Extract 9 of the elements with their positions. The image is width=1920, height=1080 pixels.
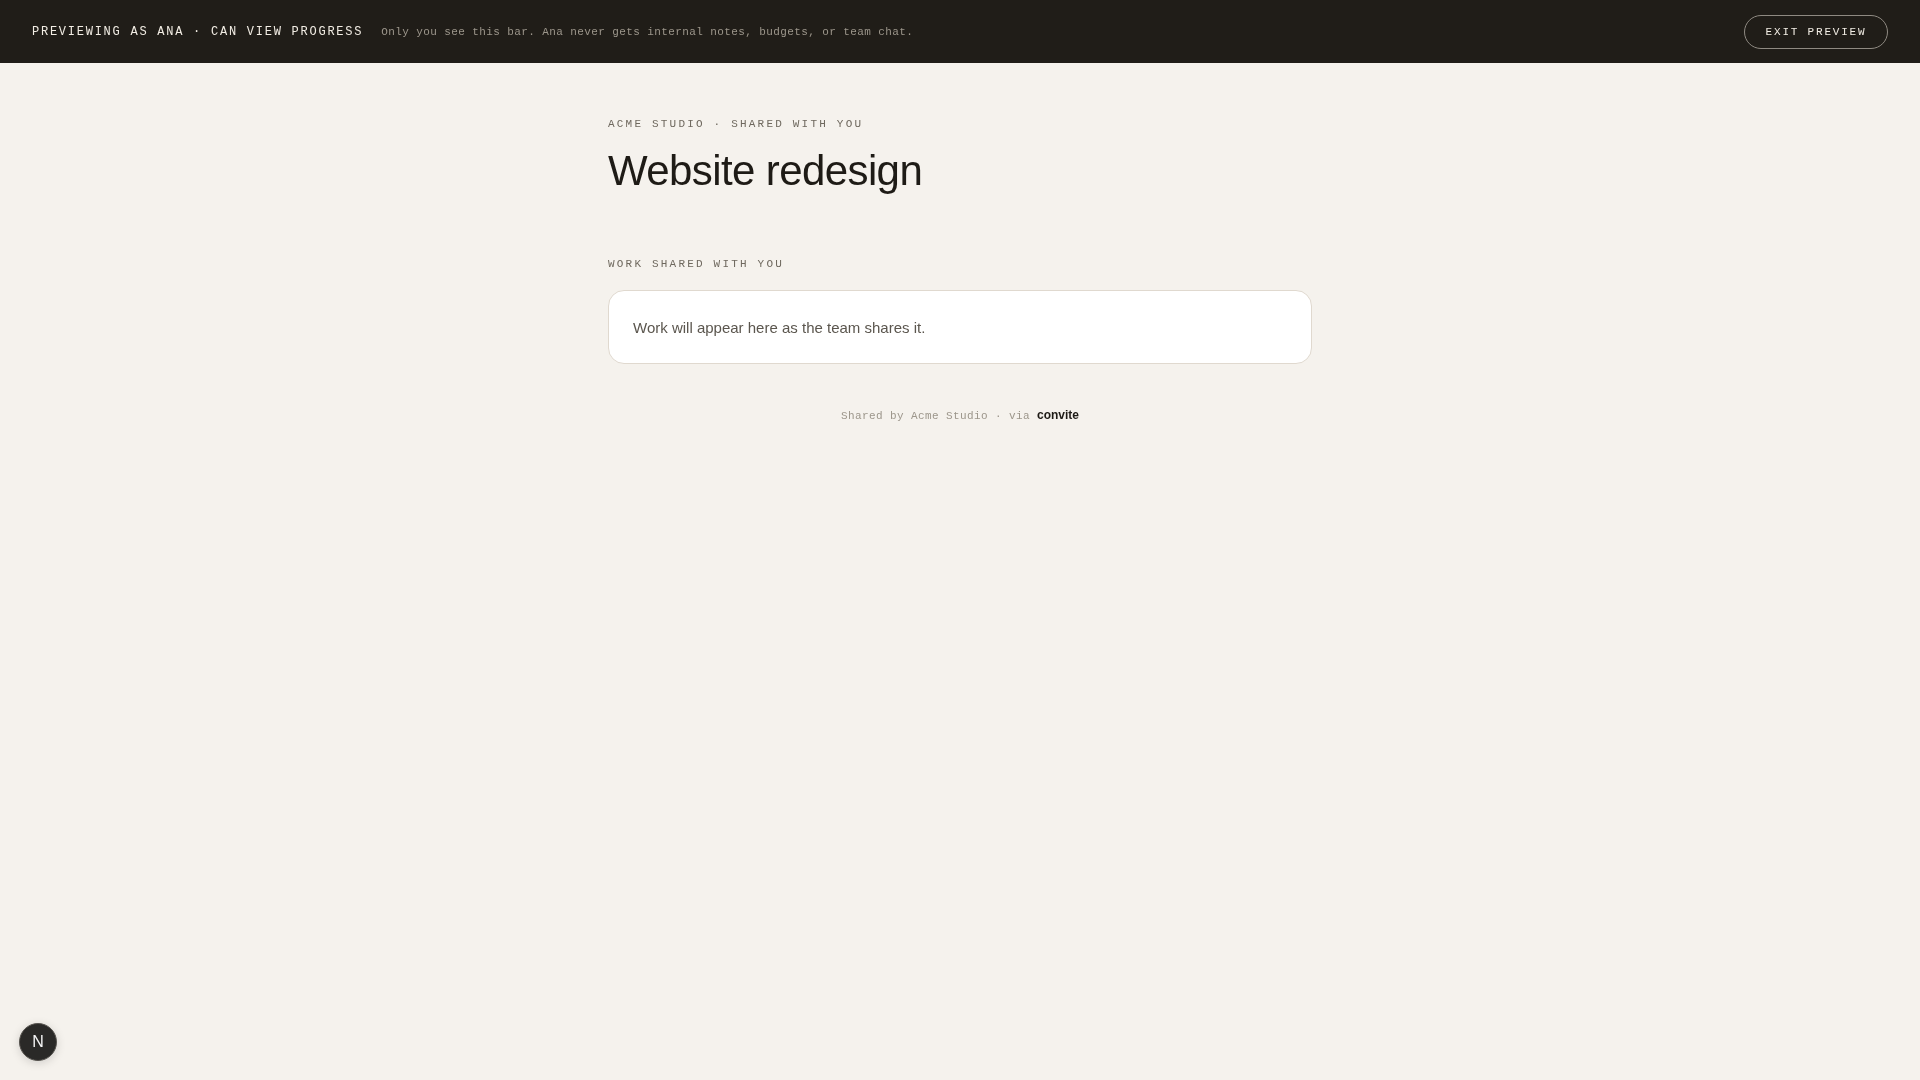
- dev-tools-button[interactable]: N: [19, 1023, 57, 1061]
- footer-credit: Shared by Acme Studio · via convite: [839, 408, 1081, 422]
- preview-note: Only you see this bar. Ana never gets internal notes, budgets, or team chat.: [381, 25, 914, 38]
- project-title: Website redesign: [608, 146, 924, 196]
- empty-state-message: Work will appear here as the team shares it.: [633, 318, 926, 336]
- breadcrumb-eyebrow: ACME STUDIO · SHARED WITH YOU: [608, 117, 865, 132]
- preview-label: PREVIEWING AS ANA · CAN VIEW PROGRESS: [32, 24, 364, 39]
- section-heading: WORK SHARED WITH YOU: [608, 257, 786, 272]
- convite-link[interactable]: convite: [1037, 408, 1080, 422]
